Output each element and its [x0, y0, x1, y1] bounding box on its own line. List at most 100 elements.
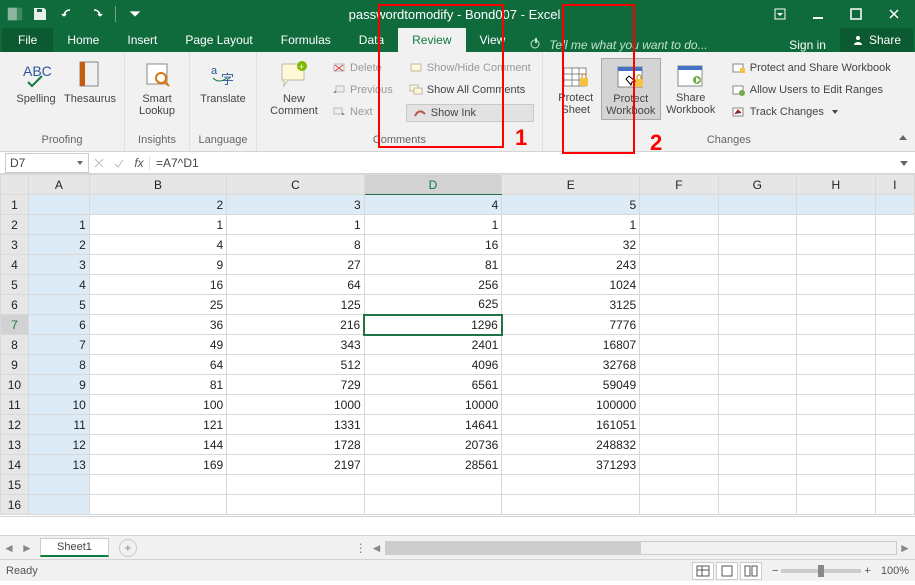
normal-view-button[interactable] — [692, 562, 714, 580]
cell[interactable]: 3125 — [502, 295, 640, 315]
sheet-tab[interactable]: Sheet1 — [40, 538, 109, 557]
share-workbook-button[interactable]: Share Workbook — [661, 58, 721, 116]
cell[interactable]: 81 — [89, 375, 226, 395]
share-button[interactable]: Share — [840, 28, 913, 52]
column-header[interactable]: C — [227, 175, 365, 195]
cell[interactable]: 10000 — [364, 395, 502, 415]
cell[interactable] — [875, 355, 914, 375]
row-header[interactable]: 13 — [1, 435, 29, 455]
cell[interactable] — [875, 415, 914, 435]
zoom-value[interactable]: 100% — [881, 565, 909, 577]
cell[interactable] — [797, 255, 875, 275]
cell[interactable] — [875, 295, 914, 315]
row-header[interactable]: 5 — [1, 275, 29, 295]
row-header[interactable]: 3 — [1, 235, 29, 255]
cell[interactable] — [875, 215, 914, 235]
cell[interactable] — [797, 335, 875, 355]
cell[interactable] — [718, 455, 797, 475]
cell[interactable] — [718, 215, 797, 235]
cell[interactable] — [875, 395, 914, 415]
cell[interactable]: 12 — [28, 435, 89, 455]
cell[interactable]: 5 — [28, 295, 89, 315]
protect-workbook-button[interactable]: Protect Workbook — [601, 58, 661, 120]
pagebreak-view-button[interactable] — [740, 562, 762, 580]
cell[interactable]: 4096 — [364, 355, 502, 375]
cell[interactable] — [640, 475, 718, 495]
column-header[interactable]: I — [875, 175, 914, 195]
row-header[interactable]: 15 — [1, 475, 29, 495]
cell[interactable]: 16 — [364, 235, 502, 255]
pagelayout-view-button[interactable] — [716, 562, 738, 580]
cell[interactable] — [875, 455, 914, 475]
cell[interactable]: 1728 — [227, 435, 365, 455]
collapse-ribbon-icon[interactable] — [897, 132, 909, 147]
cell[interactable] — [640, 315, 718, 335]
tab-review[interactable]: Review — [398, 28, 465, 52]
cell[interactable]: 243 — [502, 255, 640, 275]
cell[interactable]: 64 — [227, 275, 365, 295]
cell[interactable] — [875, 275, 914, 295]
row-header[interactable]: 4 — [1, 255, 29, 275]
cell[interactable] — [640, 375, 718, 395]
cell[interactable]: 1 — [364, 215, 502, 235]
column-header[interactable]: B — [89, 175, 226, 195]
column-header[interactable]: D — [364, 175, 502, 195]
cell[interactable]: 100000 — [502, 395, 640, 415]
cell[interactable] — [28, 495, 89, 515]
row-header[interactable]: 7 — [1, 315, 29, 335]
column-header[interactable]: F — [640, 175, 718, 195]
cell[interactable]: 25 — [89, 295, 226, 315]
row-header[interactable]: 14 — [1, 455, 29, 475]
new-comment-button[interactable]: + New Comment — [265, 58, 323, 117]
cell[interactable] — [640, 495, 718, 515]
cell[interactable]: 169 — [89, 455, 226, 475]
cell[interactable]: 161051 — [502, 415, 640, 435]
previous-comment-button[interactable]: Previous — [329, 80, 396, 100]
cell[interactable] — [227, 475, 365, 495]
cell[interactable]: 32 — [502, 235, 640, 255]
enter-formula-icon[interactable] — [109, 157, 129, 169]
select-all-corner[interactable] — [1, 175, 29, 195]
cell[interactable] — [718, 355, 797, 375]
cell[interactable] — [640, 415, 718, 435]
cell[interactable] — [718, 235, 797, 255]
cell[interactable] — [640, 395, 718, 415]
cell[interactable] — [875, 495, 914, 515]
cell[interactable] — [718, 495, 797, 515]
column-header[interactable]: A — [28, 175, 89, 195]
row-header[interactable]: 11 — [1, 395, 29, 415]
cell[interactable] — [227, 495, 365, 515]
thesaurus-button[interactable]: Thesaurus — [64, 58, 116, 105]
cell[interactable] — [797, 275, 875, 295]
cell[interactable] — [797, 395, 875, 415]
cell[interactable]: 59049 — [502, 375, 640, 395]
row-header[interactable]: 8 — [1, 335, 29, 355]
cell[interactable]: 8 — [28, 355, 89, 375]
row-header[interactable]: 2 — [1, 215, 29, 235]
cell[interactable] — [640, 195, 718, 215]
cell[interactable] — [502, 475, 640, 495]
ribbon-options-icon[interactable] — [763, 3, 797, 25]
row-header[interactable]: 9 — [1, 355, 29, 375]
cell[interactable] — [797, 435, 875, 455]
cell[interactable]: 6561 — [364, 375, 502, 395]
cell[interactable]: 625 — [364, 295, 502, 315]
file-tab[interactable]: File — [2, 28, 53, 52]
cell[interactable]: 28561 — [364, 455, 502, 475]
cell[interactable] — [718, 295, 797, 315]
row-header[interactable]: 1 — [1, 195, 29, 215]
cell[interactable] — [28, 475, 89, 495]
redo-button[interactable] — [85, 3, 107, 25]
cell[interactable] — [718, 335, 797, 355]
cell[interactable]: 3 — [227, 195, 365, 215]
tell-me-input[interactable]: Tell me what you want to do... — [529, 38, 707, 52]
cell[interactable]: 2197 — [227, 455, 365, 475]
cell[interactable]: 16 — [89, 275, 226, 295]
cell[interactable]: 7776 — [502, 315, 640, 335]
tab-insert[interactable]: Insert — [113, 28, 171, 52]
allow-users-button[interactable]: Allow Users to Edit Ranges — [729, 80, 894, 100]
cell[interactable]: 6 — [28, 315, 89, 335]
cell[interactable]: 7 — [28, 335, 89, 355]
cell[interactable]: 14641 — [364, 415, 502, 435]
delete-comment-button[interactable]: Delete — [329, 58, 396, 78]
